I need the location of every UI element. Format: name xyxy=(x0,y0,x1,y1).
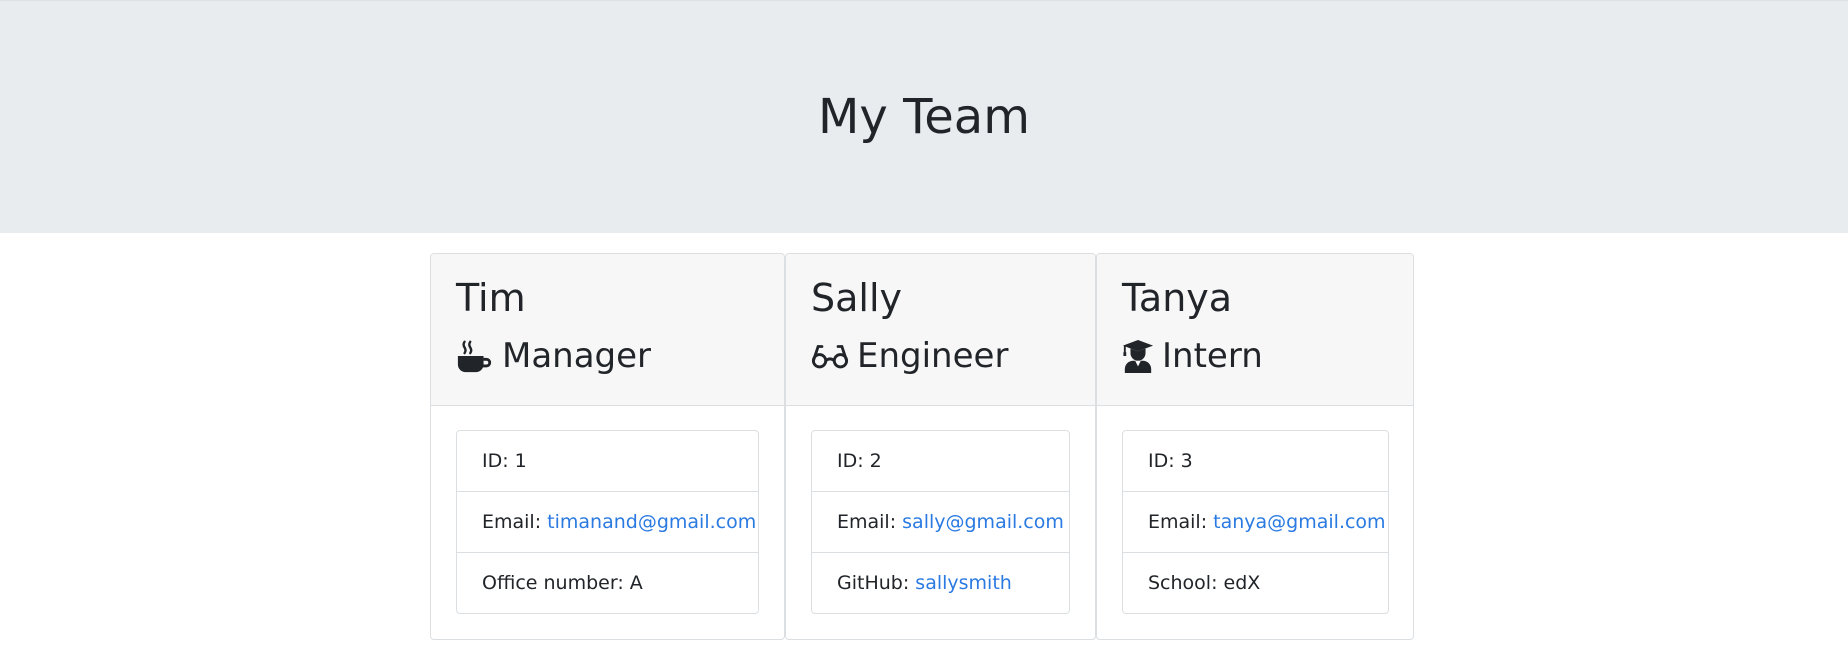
card-header: Tim Manager xyxy=(431,254,784,406)
member-details: ID: 2 Email: sally@gmail.com GitHub: sal… xyxy=(811,430,1070,614)
member-role: Engineer xyxy=(811,334,1008,378)
role-label: Manager xyxy=(502,336,652,376)
list-item-github: GitHub: sallysmith xyxy=(812,553,1069,613)
list-item-id: ID: 1 xyxy=(457,431,758,492)
member-name: Sally xyxy=(811,276,903,320)
team-card-manager: Tim Manager ID: 1 Email: timanand@gmail.… xyxy=(430,253,785,640)
list-item-id: ID: 3 xyxy=(1123,431,1388,492)
role-label: Engineer xyxy=(857,336,1009,376)
member-role: Intern xyxy=(1122,334,1263,378)
coffee-icon xyxy=(456,337,494,375)
email-link[interactable]: tanya@gmail.com xyxy=(1213,511,1385,533)
list-item-email: Email: timanand@gmail.com xyxy=(457,492,758,553)
member-name: Tanya xyxy=(1122,276,1233,320)
email-link[interactable]: timanand@gmail.com xyxy=(547,511,756,533)
member-details: ID: 3 Email: tanya@gmail.com School: edX xyxy=(1122,430,1389,614)
list-item-email: Email: tanya@gmail.com xyxy=(1123,492,1388,553)
email-label: Email: xyxy=(837,511,903,533)
glasses-icon xyxy=(811,337,849,375)
email-link[interactable]: sally@gmail.com xyxy=(902,511,1064,533)
list-item-email: Email: sally@gmail.com xyxy=(812,492,1069,553)
email-label: Email: xyxy=(1148,511,1214,533)
list-item-office: Office number: A xyxy=(482,572,643,594)
role-label: Intern xyxy=(1162,336,1263,376)
graduate-icon xyxy=(1122,337,1154,375)
github-link[interactable]: sallysmith xyxy=(915,572,1012,594)
list-item-school: School: edX xyxy=(1148,572,1261,594)
member-name: Tim xyxy=(456,276,526,320)
header-banner: My Team xyxy=(0,0,1848,233)
team-card-engineer: Sally Engineer ID: 2 Email: sally@gmail.… xyxy=(785,253,1096,640)
card-header: Tanya Intern xyxy=(1097,254,1413,406)
team-card-intern: Tanya Intern ID: 3 Email: tanya@gmail.co… xyxy=(1096,253,1414,640)
card-header: Sally Engineer xyxy=(786,254,1095,406)
member-role: Manager xyxy=(456,334,651,378)
list-item-id: ID: 2 xyxy=(812,431,1069,492)
github-label: GitHub: xyxy=(837,572,916,594)
page-title: My Team xyxy=(818,89,1030,145)
email-label: Email: xyxy=(482,511,548,533)
member-details: ID: 1 Email: timanand@gmail.com Office n… xyxy=(456,430,759,614)
